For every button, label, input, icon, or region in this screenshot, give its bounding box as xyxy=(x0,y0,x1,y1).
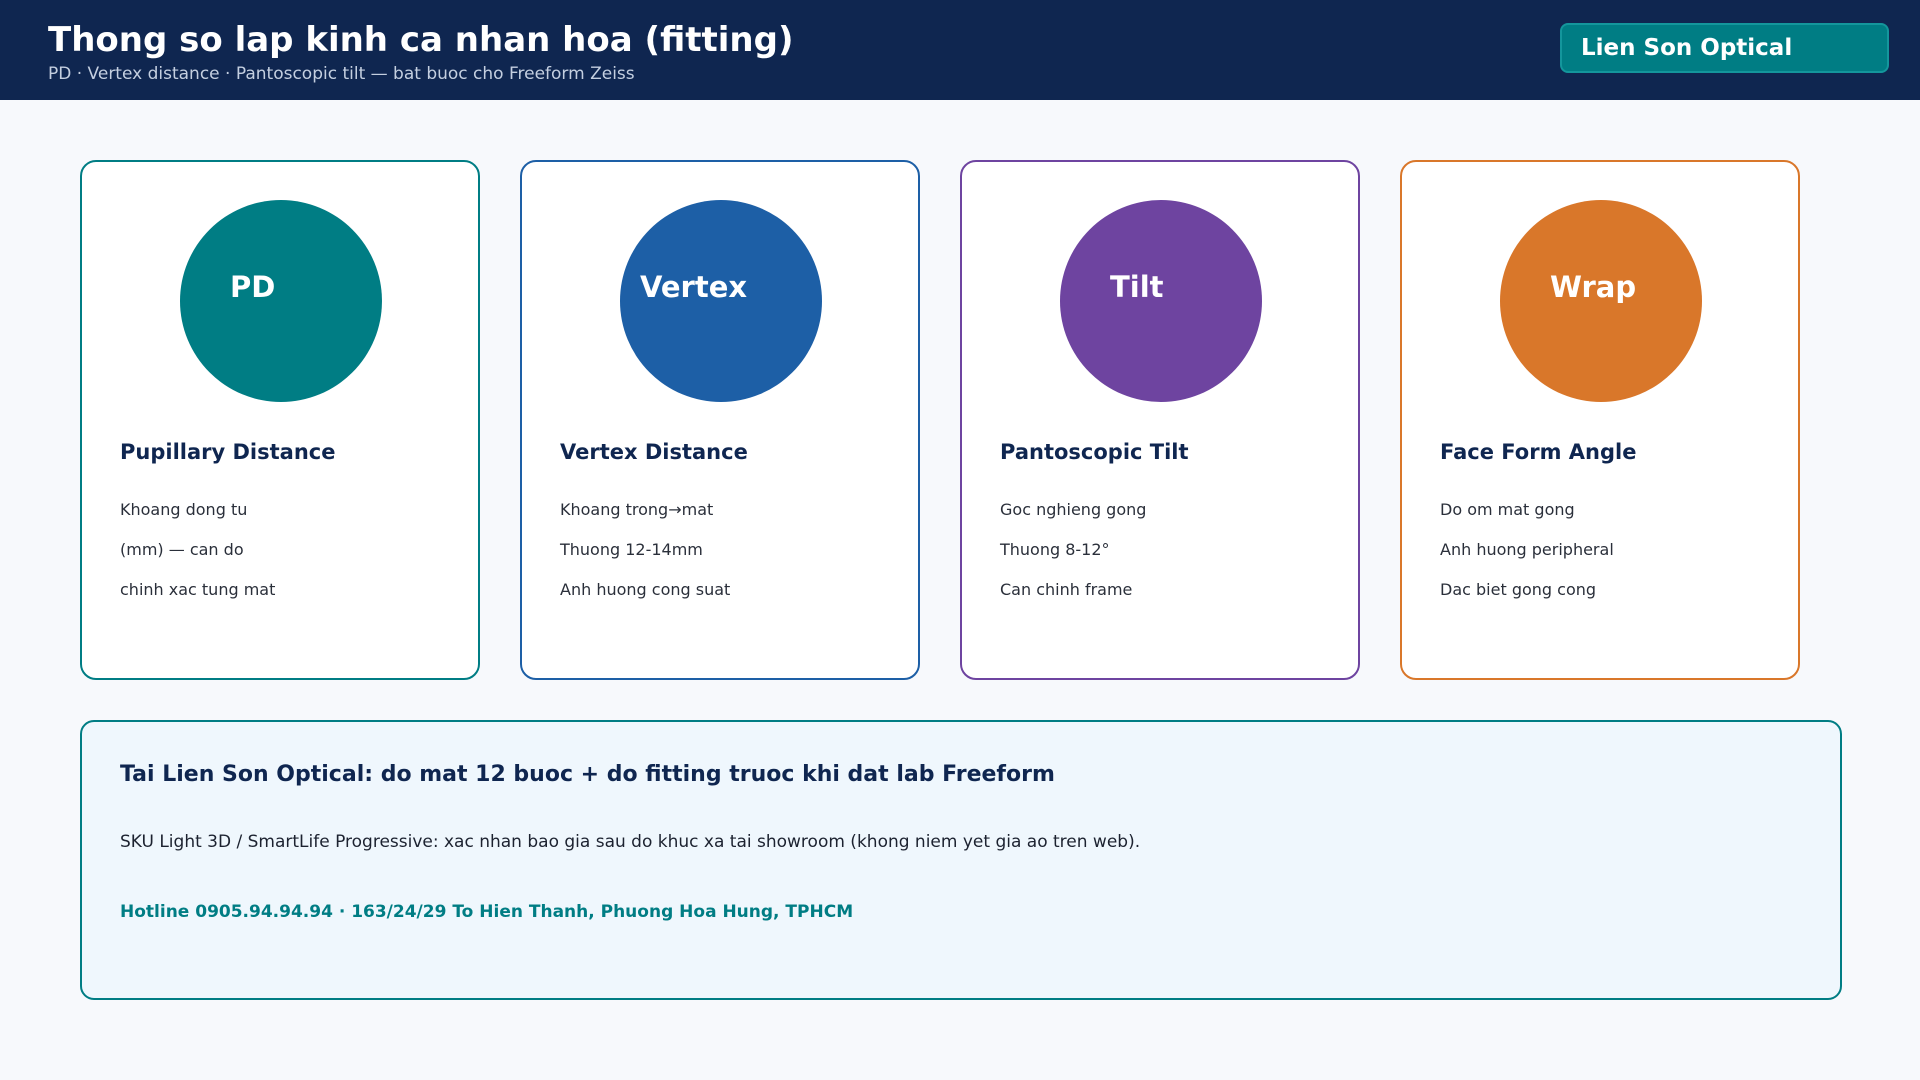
info-text: SKU Light 3D / SmartLife Progressive: xa… xyxy=(120,832,1141,852)
page-subtitle: PD · Vertex distance · Pantoscopic tilt … xyxy=(48,64,635,84)
card-line: Khoang trong→mat xyxy=(560,500,714,519)
hotline-text[interactable]: Hotline 0905.94.94.94 · 163/24/29 To Hie… xyxy=(120,902,853,922)
vertex-badge-circle: Vertex xyxy=(620,200,822,402)
card-line: Goc nghieng gong xyxy=(1000,500,1147,519)
page-title: Thong so lap kinh ca nhan hoa (fitting) xyxy=(48,20,794,60)
vertex-circle-label: Vertex xyxy=(640,270,748,304)
info-panel: Tai Lien Son Optical: do mat 12 buoc + d… xyxy=(80,720,1842,1000)
header-bar: Thong so lap kinh ca nhan hoa (fitting) … xyxy=(0,0,1920,100)
card-line: (mm) — can do xyxy=(120,540,244,559)
card-title: Pupillary Distance xyxy=(120,440,336,464)
card-line: Thuong 12-14mm xyxy=(560,540,703,559)
card-pupillary-distance: PD Pupillary Distance Khoang dong tu (mm… xyxy=(80,160,480,680)
card-title: Pantoscopic Tilt xyxy=(1000,440,1189,464)
pd-circle-label: PD xyxy=(230,270,276,304)
card-title: Face Form Angle xyxy=(1440,440,1637,464)
wrap-badge-circle: Wrap xyxy=(1500,200,1702,402)
card-line: Anh huong cong suat xyxy=(560,580,731,599)
card-title: Vertex Distance xyxy=(560,440,748,464)
card-line: Thuong 8-12° xyxy=(1000,540,1110,559)
card-line: Do om mat gong xyxy=(1440,500,1575,519)
card-line: Can chinh frame xyxy=(1000,580,1133,599)
card-line: Anh huong peripheral xyxy=(1440,540,1614,559)
brand-badge[interactable]: Lien Son Optical xyxy=(1560,23,1889,73)
tilt-circle-label: Tilt xyxy=(1110,270,1164,304)
card-line: chinh xac tung mat xyxy=(120,580,276,599)
pd-badge-circle: PD xyxy=(180,200,382,402)
card-line: Khoang dong tu xyxy=(120,500,248,519)
tilt-badge-circle: Tilt xyxy=(1060,200,1262,402)
info-title: Tai Lien Son Optical: do mat 12 buoc + d… xyxy=(120,762,1055,787)
card-line: Dac biet gong cong xyxy=(1440,580,1597,599)
card-pantoscopic-tilt: Tilt Pantoscopic Tilt Goc nghieng gong T… xyxy=(960,160,1360,680)
wrap-circle-label: Wrap xyxy=(1550,270,1637,304)
card-face-form-angle: Wrap Face Form Angle Do om mat gong Anh … xyxy=(1400,160,1800,680)
card-vertex-distance: Vertex Vertex Distance Khoang trong→mat … xyxy=(520,160,920,680)
